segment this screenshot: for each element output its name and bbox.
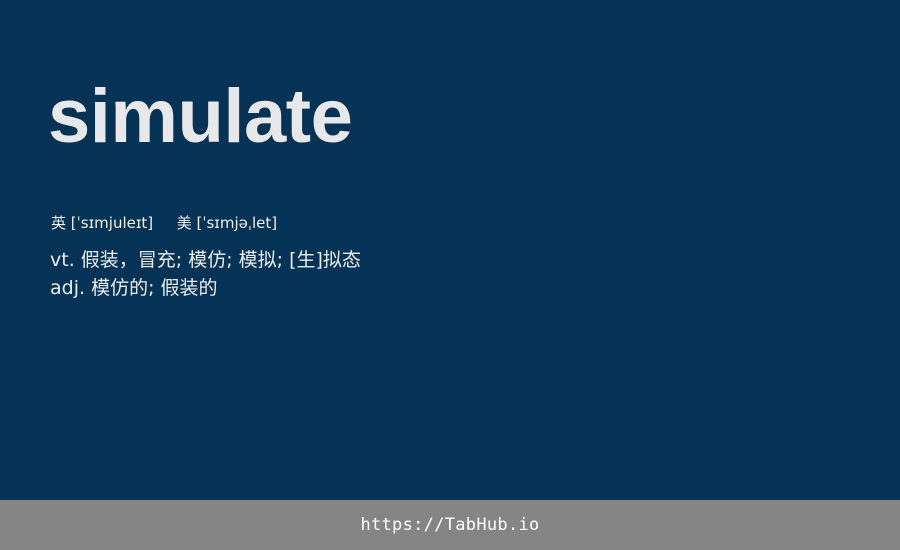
pronunciation-line: 英 [ˈsɪmjuleɪt] 美 [ˈsɪmjəˌlet] [51, 212, 277, 234]
headword: simulate [48, 74, 353, 159]
uk-label: 英 [51, 214, 67, 232]
footer-bar: https://TabHub.io [0, 500, 900, 550]
tabhub-link[interactable]: https://TabHub.io [360, 515, 539, 535]
us-phonetic: [ˈsɪmjəˌlet] [196, 214, 278, 232]
us-label: 美 [176, 214, 192, 232]
part-of-speech: vt. [50, 249, 75, 271]
definition-line-verb: vt. 假装，冒充; 模仿; 模拟; [生]拟态 [50, 246, 361, 274]
definition-line-adjective: adj. 模仿的; 假装的 [50, 274, 361, 302]
definitions: vt. 假装，冒充; 模仿; 模拟; [生]拟态 adj. 模仿的; 假装的 [50, 246, 361, 302]
part-of-speech: adj. [50, 277, 86, 299]
definition-text: 模仿的; 假装的 [91, 277, 218, 299]
definition-text: 假装，冒充; 模仿; 模拟; [生]拟态 [80, 249, 361, 271]
dictionary-card: simulate 英 [ˈsɪmjuleɪt] 美 [ˈsɪmjəˌlet] v… [0, 0, 900, 500]
uk-phonetic: [ˈsɪmjuleɪt] [70, 214, 154, 232]
